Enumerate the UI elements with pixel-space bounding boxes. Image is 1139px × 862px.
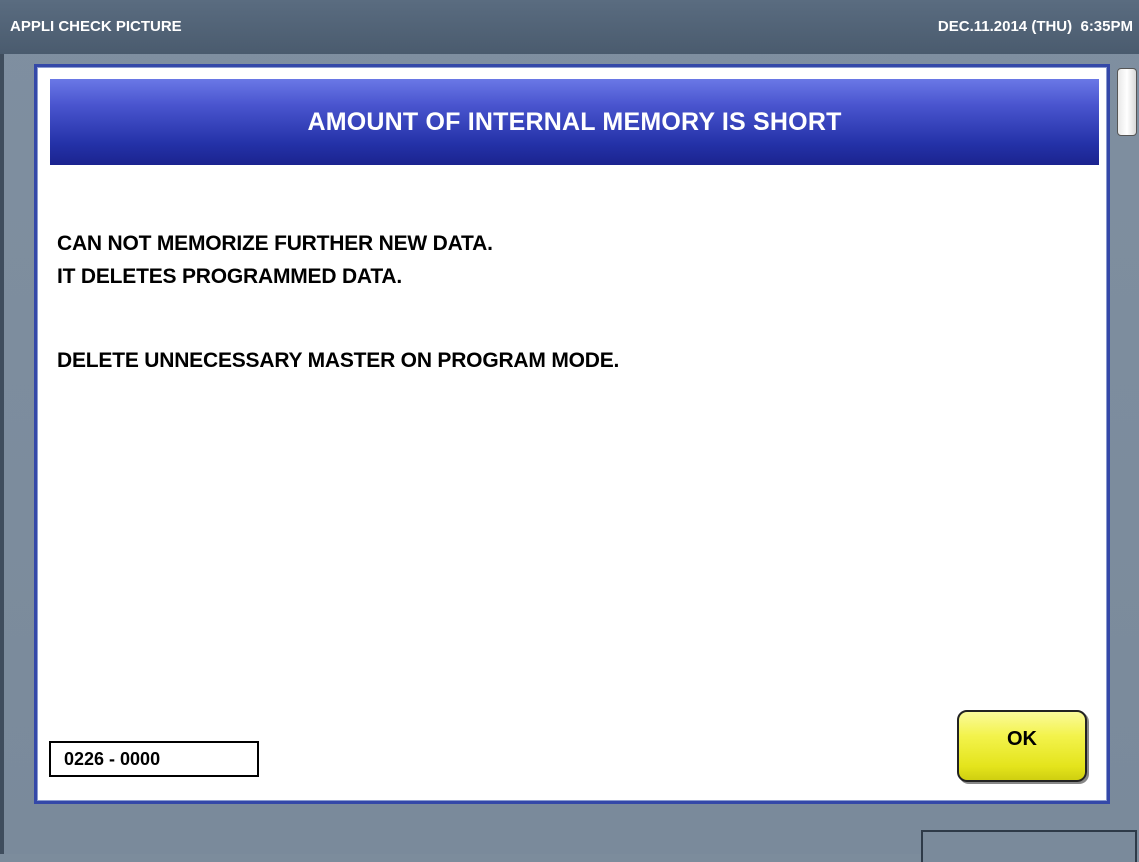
title-bar: APPLI CHECK PICTURE DEC.11.2014 (THU) 6:… (0, 0, 1139, 54)
screen: APPLI CHECK PICTURE DEC.11.2014 (THU) 6:… (0, 0, 1139, 862)
alert-dialog: AMOUNT OF INTERNAL MEMORY IS SHORT CAN N… (34, 64, 1110, 804)
scrollbar-thumb[interactable] (1117, 68, 1137, 136)
datetime-display: DEC.11.2014 (THU) 6:35PM (937, 18, 1133, 35)
left-edge-strip (0, 54, 4, 854)
message-line: CAN NOT MEMORIZE FURTHER NEW DATA. (57, 232, 493, 255)
app-title: APPLI CHECK PICTURE (10, 18, 182, 35)
message-line: DELETE UNNECESSARY MASTER ON PROGRAM MOD… (57, 349, 620, 372)
message-line: IT DELETES PROGRAMMED DATA. (57, 265, 402, 288)
ok-button[interactable]: OK (957, 710, 1087, 782)
background-button[interactable] (921, 830, 1137, 862)
dialog-title: AMOUNT OF INTERNAL MEMORY IS SHORT (50, 79, 1099, 165)
error-code: 0226 - 0000 (49, 741, 259, 777)
